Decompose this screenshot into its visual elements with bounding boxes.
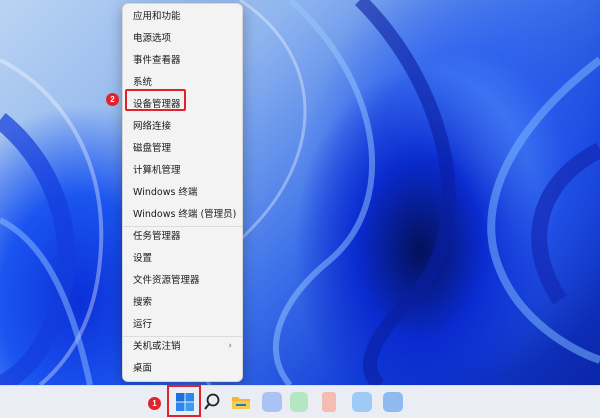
app-icon[interactable]	[262, 392, 282, 412]
taskbar	[0, 385, 600, 418]
step-1-badge: 1	[148, 397, 161, 410]
device-manager-highlight-box	[125, 89, 186, 111]
submenu-chevron-icon: ›	[228, 341, 232, 351]
menu-item-task-manager[interactable]: 任务管理器	[133, 231, 181, 243]
app-icon[interactable]	[290, 392, 308, 412]
menu-item-run[interactable]: 运行	[133, 319, 152, 331]
menu-item-file-explorer[interactable]: 文件资源管理器	[133, 275, 200, 287]
menu-item-event-viewer[interactable]: 事件查看器	[133, 55, 181, 67]
wallpaper-swirls	[0, 0, 600, 385]
search-icon[interactable]	[203, 392, 221, 412]
menu-item-windows-terminal-admin[interactable]: Windows 终端 (管理员)	[133, 209, 236, 221]
menu-item-shutdown-signout[interactable]: 关机或注销	[133, 341, 181, 353]
menu-item-disk-management[interactable]: 磁盘管理	[133, 143, 171, 155]
menu-item-desktop[interactable]: 桌面	[133, 363, 152, 375]
desktop-wallpaper	[0, 0, 600, 385]
menu-item-search[interactable]: 搜索	[133, 297, 152, 309]
menu-item-system[interactable]: 系统	[133, 77, 152, 89]
file-explorer-icon[interactable]	[231, 392, 251, 412]
menu-separator	[123, 226, 242, 227]
menu-item-computer-management[interactable]: 计算机管理	[133, 165, 181, 177]
winx-context-menu: 应用和功能 电源选项 事件查看器 系统 设备管理器 网络连接 磁盘管理 计算机管…	[122, 3, 243, 382]
menu-item-apps-features[interactable]: 应用和功能	[133, 11, 181, 23]
app-icon[interactable]	[383, 392, 403, 412]
menu-item-windows-terminal[interactable]: Windows 终端	[133, 187, 197, 199]
menu-separator	[123, 336, 242, 337]
start-button-highlight-box	[167, 385, 201, 417]
menu-item-network-connections[interactable]: 网络连接	[133, 121, 171, 133]
app-icon[interactable]	[352, 392, 372, 412]
menu-item-power-options[interactable]: 电源选项	[133, 33, 171, 45]
step-2-badge: 2	[106, 93, 119, 106]
app-icon[interactable]	[322, 392, 336, 412]
menu-item-settings[interactable]: 设置	[133, 253, 152, 265]
